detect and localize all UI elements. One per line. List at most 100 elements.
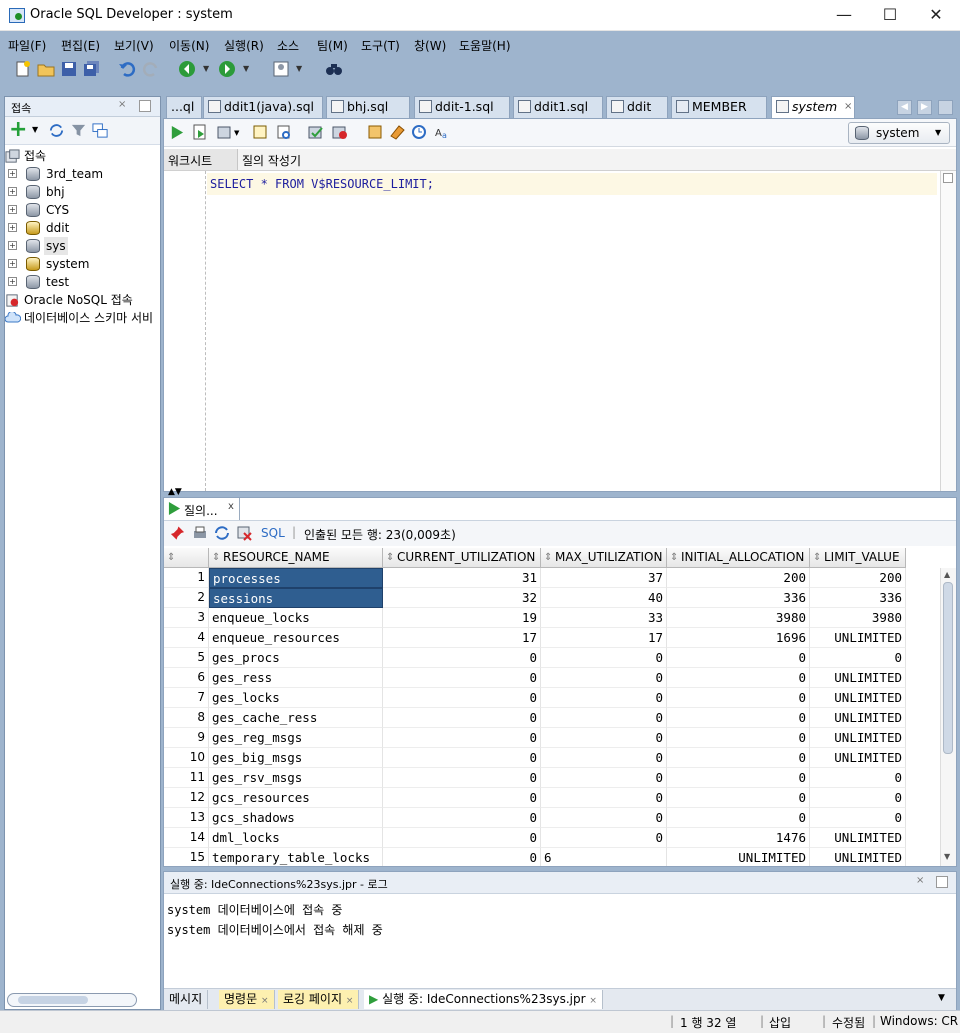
- save-all-icon[interactable]: [83, 60, 101, 78]
- minimize-button[interactable]: —: [821, 0, 867, 31]
- table-cell[interactable]: 0: [810, 808, 906, 828]
- menu-file[interactable]: 파일(F): [8, 37, 46, 54]
- table-cell[interactable]: 0: [667, 668, 810, 688]
- table-cell[interactable]: ges_reg_msgs: [209, 728, 383, 748]
- table-cell[interactable]: dml_locks: [209, 828, 383, 848]
- binoculars-icon[interactable]: [325, 60, 343, 78]
- table-cell[interactable]: 1696: [667, 628, 810, 648]
- table-row[interactable]: 11 ges_rsv_msgs 0 0 0 0: [164, 768, 906, 788]
- tree-connection-row[interactable]: + sys: [5, 237, 160, 255]
- worksheet-dropdown-icon[interactable]: ▼: [296, 64, 302, 73]
- table-cell[interactable]: UNLIMITED: [810, 728, 906, 748]
- expand-icon[interactable]: +: [8, 277, 17, 286]
- table-cell[interactable]: 17: [541, 628, 667, 648]
- tab-messages[interactable]: 메시지: [164, 990, 209, 1009]
- scrollbar-thumb[interactable]: [943, 582, 953, 754]
- table-cell[interactable]: 0: [541, 708, 667, 728]
- expand-icon[interactable]: +: [8, 205, 17, 214]
- minimize-panel-icon[interactable]: [139, 100, 151, 112]
- table-cell[interactable]: ges_rsv_msgs: [209, 768, 383, 788]
- commit-dropdown-icon[interactable]: ▼: [234, 129, 239, 137]
- close-tab-icon[interactable]: ×: [589, 996, 597, 1006]
- table-cell[interactable]: processes: [209, 568, 383, 588]
- run-statement-icon[interactable]: [169, 125, 184, 140]
- table-cell[interactable]: 0: [383, 648, 541, 668]
- table-cell[interactable]: ges_procs: [209, 648, 383, 668]
- commit-icon[interactable]: [216, 124, 232, 140]
- tab-statements[interactable]: 명령문 ×: [219, 990, 275, 1009]
- close-tab-icon[interactable]: ×: [346, 996, 354, 1006]
- table-row[interactable]: 8 ges_cache_ress 0 0 0 UNLIMITED: [164, 708, 906, 728]
- table-cell[interactable]: 31: [383, 568, 541, 588]
- table-cell[interactable]: ges_big_msgs: [209, 748, 383, 768]
- table-cell[interactable]: 0: [541, 768, 667, 788]
- table-cell[interactable]: 0: [667, 788, 810, 808]
- column-header[interactable]: INITIAL_ALLOCATION: [667, 548, 810, 568]
- scrollbar-thumb[interactable]: [18, 996, 88, 1004]
- tab-running-log[interactable]: ▶ 실행 중: IdeConnections%23sys.jpr ×: [364, 990, 603, 1009]
- table-row[interactable]: 13 gcs_shadows 0 0 0 0: [164, 808, 906, 828]
- column-header[interactable]: MAX_UTILIZATION: [541, 548, 667, 568]
- table-cell[interactable]: 0: [810, 788, 906, 808]
- table-row[interactable]: 10 ges_big_msgs 0 0 0 UNLIMITED: [164, 748, 906, 768]
- table-cell[interactable]: UNLIMITED: [810, 628, 906, 648]
- tab-editor[interactable]: ddit: [606, 96, 668, 118]
- sql-link[interactable]: SQL: [261, 526, 285, 540]
- table-cell[interactable]: 0: [541, 748, 667, 768]
- tree-connection-row[interactable]: + system: [5, 255, 160, 273]
- tab-list-icon[interactable]: [938, 100, 953, 115]
- table-cell[interactable]: 19: [383, 608, 541, 628]
- print-icon[interactable]: [192, 525, 208, 541]
- sql-tuning-icon[interactable]: [367, 124, 383, 140]
- table-cell[interactable]: 0: [383, 688, 541, 708]
- sql-worksheet-icon[interactable]: [272, 60, 290, 78]
- table-cell[interactable]: 0: [541, 828, 667, 848]
- tab-scroll-right-icon[interactable]: ▶: [917, 100, 932, 115]
- autotrace-icon[interactable]: [276, 124, 292, 140]
- table-cell[interactable]: ges_ress: [209, 668, 383, 688]
- tree-connection-row[interactable]: + 3rd_team: [5, 165, 160, 183]
- to-upper-lower-icon[interactable]: Aa: [434, 124, 450, 140]
- expand-icon[interactable]: +: [8, 223, 17, 232]
- add-connection-icon[interactable]: +: [9, 117, 27, 143]
- menu-edit[interactable]: 편집(E): [61, 37, 100, 54]
- minimize-panel-icon[interactable]: [936, 876, 948, 888]
- tab-query-result[interactable]: 질의... x: [164, 498, 240, 520]
- menu-help[interactable]: 도움말(H): [459, 37, 511, 54]
- back-dropdown-icon[interactable]: ▼: [203, 64, 209, 73]
- chevron-down-icon[interactable]: ▼: [938, 993, 945, 1003]
- close-tab-icon[interactable]: ×: [118, 99, 126, 110]
- table-cell[interactable]: gcs_resources: [209, 788, 383, 808]
- run-script-icon[interactable]: [192, 124, 208, 140]
- table-cell[interactable]: 6: [541, 848, 667, 866]
- open-folder-icon[interactable]: [37, 60, 55, 78]
- table-cell[interactable]: 0: [383, 848, 541, 866]
- table-cell[interactable]: 336: [810, 588, 906, 608]
- tab-worksheet[interactable]: 워크시트: [164, 149, 238, 170]
- menu-team[interactable]: 팀(M): [317, 37, 348, 54]
- forward-dropdown-icon[interactable]: ▼: [243, 64, 249, 73]
- tree-schema-service-row[interactable]: 데이터베이스 스키마 서비: [5, 309, 160, 327]
- table-cell[interactable]: UNLIMITED: [810, 668, 906, 688]
- table-cell[interactable]: enqueue_locks: [209, 608, 383, 628]
- table-cell[interactable]: 0: [541, 788, 667, 808]
- close-tab-icon[interactable]: x: [228, 501, 234, 512]
- table-cell[interactable]: 0: [667, 768, 810, 788]
- tree-connection-row[interactable]: + bhj: [5, 183, 160, 201]
- forward-icon[interactable]: [218, 60, 236, 78]
- sql-editor[interactable]: SELECT * FROM V$RESOURCE_LIMIT;: [164, 171, 956, 491]
- tab-editor[interactable]: ddit-1.sql: [414, 96, 510, 118]
- table-cell[interactable]: UNLIMITED: [810, 828, 906, 848]
- pin-icon[interactable]: [170, 525, 185, 541]
- table-cell[interactable]: 3980: [810, 608, 906, 628]
- filter-icon[interactable]: [70, 122, 87, 139]
- menu-run[interactable]: 실행(R): [224, 37, 264, 54]
- table-cell[interactable]: 0: [541, 648, 667, 668]
- table-cell[interactable]: 0: [383, 668, 541, 688]
- table-cell[interactable]: 1476: [667, 828, 810, 848]
- close-tab-icon[interactable]: ×: [844, 97, 852, 117]
- close-button[interactable]: ✕: [913, 0, 959, 31]
- table-row[interactable]: 4 enqueue_resources 17 17 1696 UNLIMITED: [164, 628, 906, 648]
- vertical-scrollbar[interactable]: [940, 171, 956, 491]
- table-cell[interactable]: 0: [383, 708, 541, 728]
